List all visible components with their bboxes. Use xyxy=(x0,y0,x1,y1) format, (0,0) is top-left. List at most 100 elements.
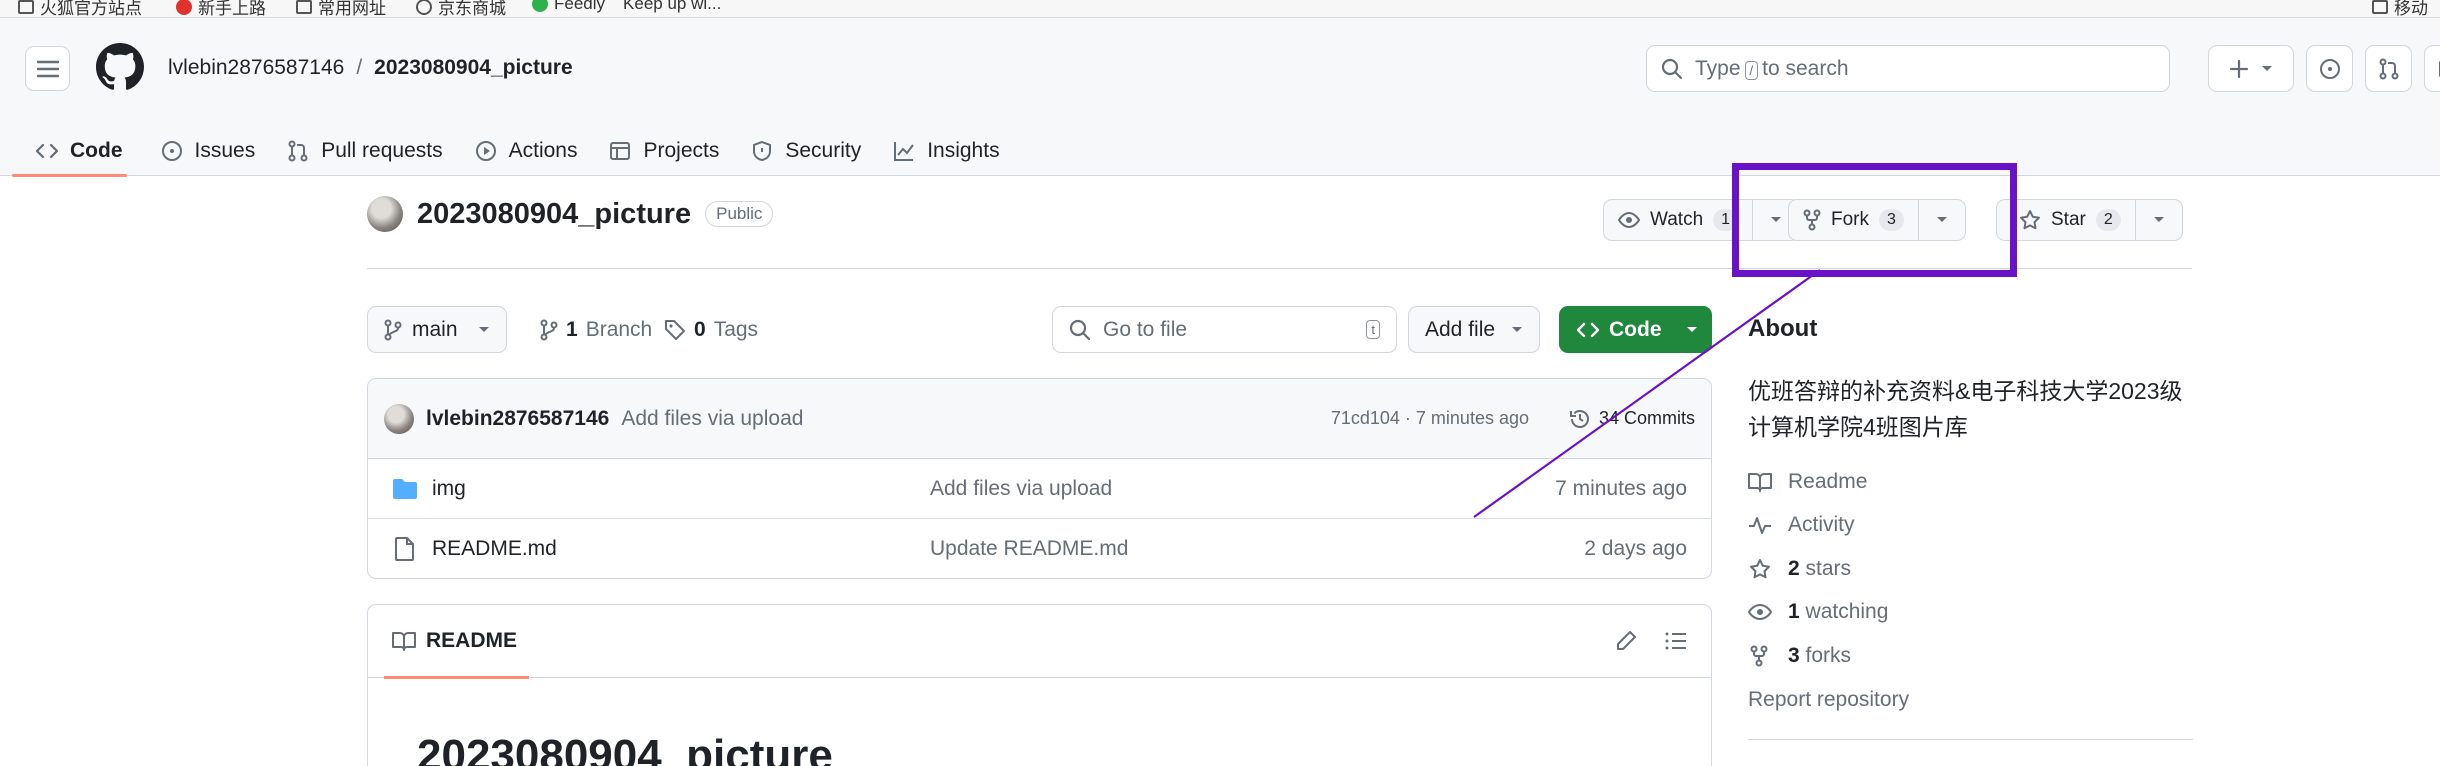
tab-actions[interactable]: Actions xyxy=(459,126,594,176)
activity-link[interactable]: Activity xyxy=(1748,513,1855,537)
tag-icon xyxy=(665,319,685,340)
outline-button[interactable] xyxy=(1665,631,1687,651)
star-icon xyxy=(1750,559,1770,579)
fork-icon xyxy=(1750,645,1768,667)
file-row[interactable]: README.md Update README.md 2 days ago xyxy=(368,519,1711,578)
tab-code[interactable]: Code xyxy=(0,126,139,177)
watching-link[interactable]: 1 watching xyxy=(1748,600,1888,624)
about-title: About xyxy=(1748,315,1818,342)
commit-author[interactable]: lvlebin2876587146 xyxy=(426,407,609,431)
fork-icon xyxy=(1803,209,1821,231)
bookmark-icon xyxy=(18,0,34,14)
chevron-down-icon xyxy=(2153,217,2164,222)
eye-icon xyxy=(1748,603,1772,621)
pulse-icon xyxy=(1749,517,1771,534)
star-count: 2 xyxy=(2095,209,2121,231)
repo-description: 优班答辩的补充资料&电子科技大学2023级计算机学院4班图片库 xyxy=(1748,378,2183,440)
stars-link[interactable]: 2 stars xyxy=(1748,557,1851,581)
fork-dropdown[interactable] xyxy=(1919,200,1965,240)
bookmark-item[interactable]: 新手上路 xyxy=(176,0,266,17)
menu-button[interactable] xyxy=(25,46,70,91)
code-icon xyxy=(36,143,58,159)
tab-pull-requests[interactable]: Pull requests xyxy=(271,126,458,176)
feedly-icon xyxy=(532,0,548,12)
commits-link[interactable]: 34 Commits xyxy=(1569,408,1695,430)
branches-link[interactable]: 1 Branch xyxy=(540,306,652,353)
breadcrumb-owner[interactable]: lvlebin2876587146 xyxy=(168,56,344,80)
watch-button[interactable]: Watch 1 xyxy=(1604,200,1754,240)
inbox-button[interactable] xyxy=(2424,45,2440,92)
chevron-down-icon xyxy=(1936,217,1947,222)
go-to-file-input[interactable]: Go to file t xyxy=(1052,306,1397,353)
code-button[interactable]: Code xyxy=(1559,306,1712,353)
edit-readme-button[interactable] xyxy=(1615,630,1637,652)
issue-opened-icon xyxy=(161,141,182,161)
fork-button[interactable]: Fork 3 xyxy=(1789,200,1919,240)
code-icon xyxy=(1577,322,1599,337)
bookmark-item[interactable]: 常用网址 xyxy=(296,0,386,17)
hamburger-icon xyxy=(36,60,59,77)
pull-request-icon xyxy=(288,140,308,162)
chevron-down-icon xyxy=(2262,65,2272,71)
search-icon xyxy=(1661,58,1683,79)
about-sidebar: About 优班答辩的补充资料&电子科技大学2023级计算机学院4班图片库 Re… xyxy=(1748,315,2193,740)
breadcrumb: lvlebin2876587146 / 2023080904_picture xyxy=(168,56,573,80)
commit-message[interactable]: Add files via upload xyxy=(621,407,803,431)
tab-projects[interactable]: Projects xyxy=(593,126,735,176)
file-commit-message[interactable]: Add files via upload xyxy=(930,477,1112,501)
readme-header: README xyxy=(368,605,1711,679)
bookmark-item[interactable]: 移动 xyxy=(2372,0,2428,17)
file-commit-message[interactable]: Update README.md xyxy=(930,537,1128,561)
fork-button-group: Fork 3 xyxy=(1788,199,1966,241)
star-button-group: Star 2 xyxy=(1996,199,2183,241)
commit-meta[interactable]: 71cd104 · 7 minutes ago xyxy=(1331,408,1529,429)
add-file-button[interactable]: Add file xyxy=(1408,306,1541,353)
tags-link[interactable]: 0 Tags xyxy=(664,306,758,353)
repo-header: lvlebin2876587146 / 2023080904_picture T… xyxy=(0,18,2440,177)
pull-requests-button[interactable] xyxy=(2365,45,2412,92)
avatar[interactable] xyxy=(367,196,403,232)
readme-link[interactable]: Readme xyxy=(1748,470,1867,494)
file-name[interactable]: README.md xyxy=(432,537,557,561)
file-icon xyxy=(395,537,414,561)
star-icon xyxy=(2020,210,2040,230)
book-icon xyxy=(1748,473,1772,492)
github-logo[interactable] xyxy=(96,43,144,91)
plus-icon xyxy=(2229,59,2249,78)
branch-icon xyxy=(384,319,402,340)
chevron-down-icon xyxy=(1686,326,1697,332)
inbox-icon xyxy=(2438,59,2440,78)
issues-button[interactable] xyxy=(2306,45,2353,92)
search-input[interactable]: Type / to search xyxy=(1646,45,2170,92)
bookmarks-bar: 火狐官方站点 新手上路 常用网址 京东商城 Feedly Keep up wi..… xyxy=(0,0,2440,18)
watch-button-group: Watch 1 xyxy=(1603,199,1801,241)
bookmark-item[interactable]: 火狐官方站点 xyxy=(18,0,142,17)
readme-panel: README 2023080904_picture xyxy=(367,604,1712,766)
repo-name[interactable]: 2023080904_picture xyxy=(417,198,691,231)
file-date: 2 days ago xyxy=(1584,537,1687,560)
list-icon xyxy=(1665,632,1686,650)
eye-icon xyxy=(1618,211,1640,229)
about-divider xyxy=(1748,739,2193,740)
file-name[interactable]: img xyxy=(432,477,466,501)
breadcrumb-repo[interactable]: 2023080904_picture xyxy=(374,56,573,80)
readme-tab[interactable]: README xyxy=(383,605,530,679)
tab-issues[interactable]: Issues xyxy=(145,126,272,176)
fork-count: 3 xyxy=(1879,209,1904,231)
repo-title-row: 2023080904_picture Public xyxy=(367,196,774,232)
star-dropdown[interactable] xyxy=(2136,200,2182,240)
create-new-button[interactable] xyxy=(2208,45,2294,92)
forks-link[interactable]: 3 forks xyxy=(1748,644,1851,668)
bookmark-item[interactable]: 京东商城 xyxy=(416,0,506,17)
tab-security[interactable]: Security xyxy=(735,126,877,176)
report-repository-link[interactable]: Report repository xyxy=(1748,688,1909,712)
file-row[interactable]: img Add files via upload 7 minutes ago xyxy=(368,459,1711,519)
tab-insights[interactable]: Insights xyxy=(877,126,1015,176)
avatar[interactable] xyxy=(384,403,414,434)
bookmark-item[interactable]: Feedly Keep up wi... xyxy=(532,0,721,14)
branch-icon xyxy=(540,319,558,340)
watch-count: 1 xyxy=(1713,209,1739,231)
breadcrumb-separator: / xyxy=(356,56,363,79)
star-button[interactable]: Star 2 xyxy=(1997,200,2136,240)
branch-selector[interactable]: main xyxy=(367,306,507,353)
